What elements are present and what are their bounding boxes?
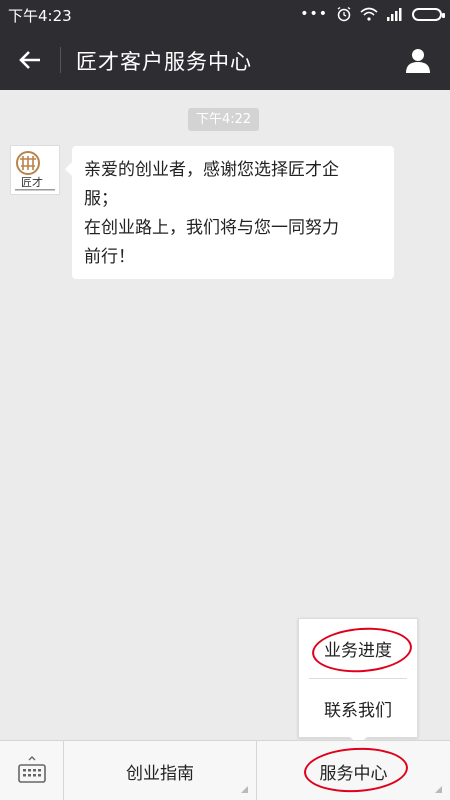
menu-tab-service-center[interactable]: 服务中心: [257, 741, 450, 800]
page-title: 匠才客户服务中心: [76, 50, 252, 74]
avatar-logo-text: 匠才: [21, 175, 43, 189]
submenu-indicator-icon: [435, 786, 442, 793]
service-submenu: 业务进度 联系我们: [298, 618, 418, 738]
more-dots-icon: •••: [300, 6, 328, 22]
message-line: 前行！: [84, 247, 135, 267]
avatar[interactable]: 匠才: [10, 145, 60, 195]
profile-button[interactable]: [402, 44, 434, 76]
status-icons: •••: [300, 6, 445, 22]
submenu-indicator-icon: [241, 786, 248, 793]
back-button[interactable]: [14, 44, 46, 76]
wifi-icon: [360, 7, 378, 21]
menu-tab-startup-guide[interactable]: 创业指南: [64, 741, 257, 800]
jiangcai-logo: 匠才: [15, 151, 55, 191]
status-bar: 下午4:23 •••: [0, 0, 450, 30]
battery-icon: [412, 7, 445, 21]
keyboard-toggle-button[interactable]: [0, 741, 64, 800]
timestamp-pill: 下午4:22: [188, 108, 260, 131]
message-line: 服；: [84, 189, 118, 209]
message-line: 在创业路上，我们将与您一同努力: [84, 218, 339, 238]
keyboard-icon: [17, 756, 46, 783]
alarm-icon: [337, 6, 351, 22]
title-bar: 匠才客户服务中心: [0, 30, 450, 90]
signal-icon: [387, 8, 402, 21]
title-divider: [60, 47, 61, 73]
person-icon: [406, 49, 430, 73]
bottom-menu-bar: 创业指南 服务中心: [0, 740, 450, 800]
message-line: 亲爱的创业者，感谢您选择匠才企: [84, 160, 339, 180]
status-time: 下午4:23: [8, 7, 72, 25]
submenu-item-progress[interactable]: 业务进度: [299, 619, 417, 678]
menu-tab-label: 服务中心: [319, 763, 388, 784]
menu-tab-label: 创业指南: [126, 763, 194, 784]
message-bubble: 亲爱的创业者，感谢您选择匠才企 服； 在创业路上，我们将与您一同努力 前行！: [65, 146, 394, 279]
submenu-item-contact[interactable]: 联系我们: [299, 679, 417, 738]
arrow-left-icon: [19, 51, 40, 69]
